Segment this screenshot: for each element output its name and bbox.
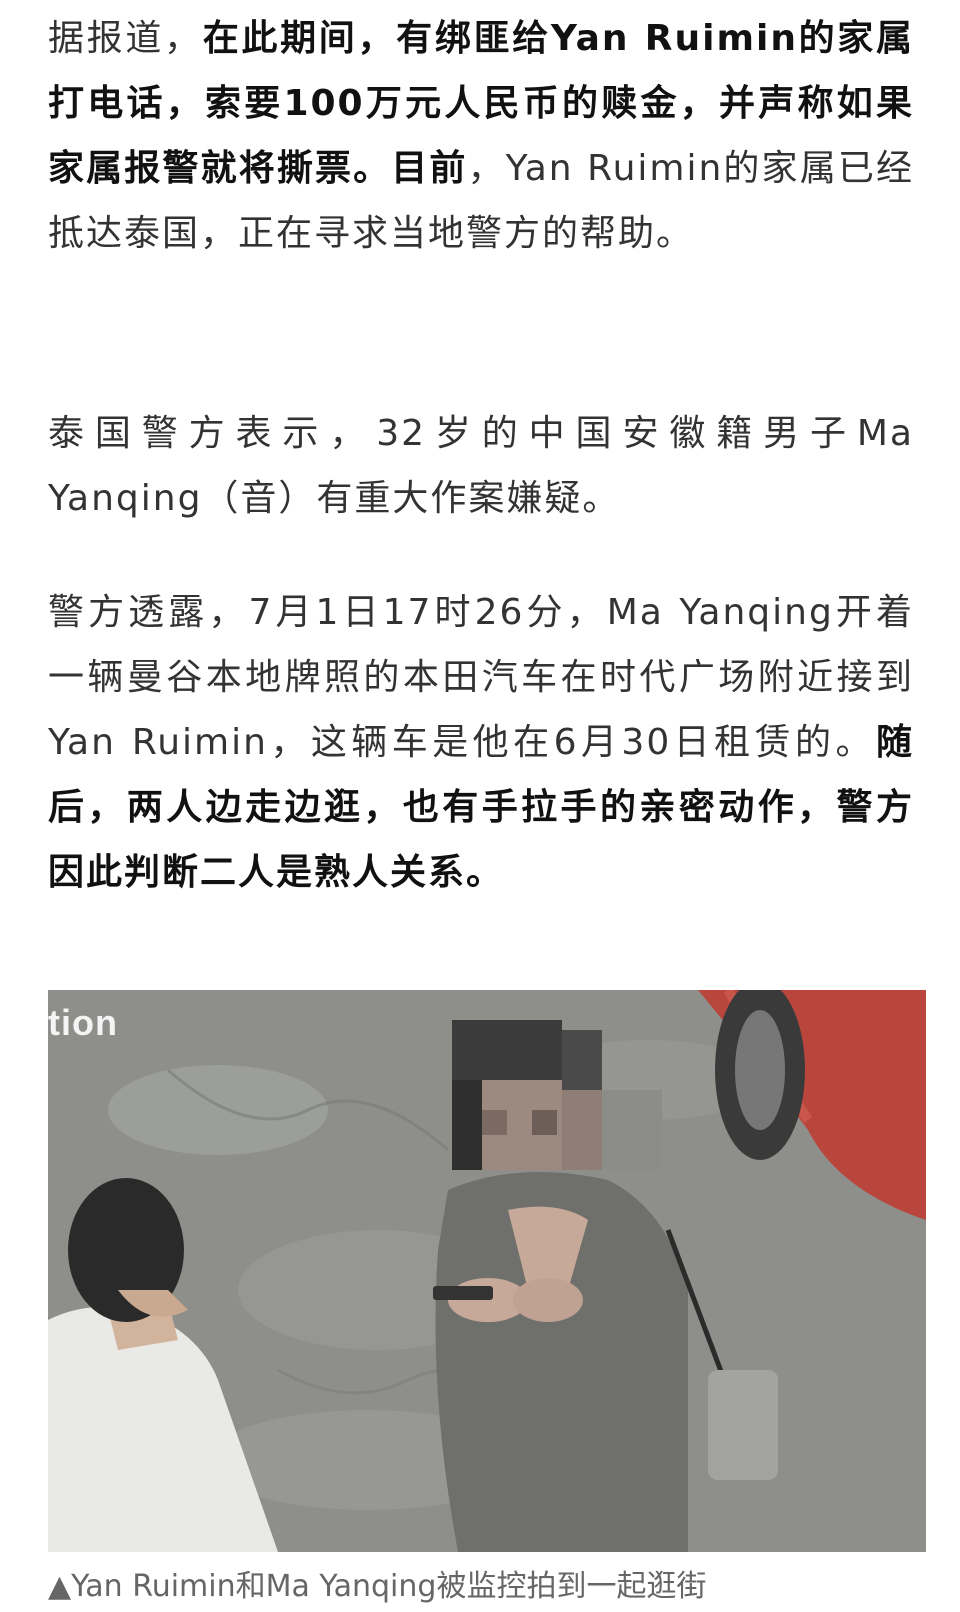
surveillance-photo[interactable]: tion — [48, 990, 926, 1552]
paragraph-1: 据报道，在此期间，有绑匪给Yan Ruimin的家属打电话，索要100万元人民币… — [48, 6, 914, 266]
paragraph-1-text-a: 据报道， — [48, 18, 203, 59]
surveillance-image — [48, 990, 926, 1552]
paragraph-2: 泰国警方表示，32岁的中国安徽籍男子Ma Yanqing（音）有重大作案嫌疑。 — [48, 401, 914, 531]
paragraph-2-text: 泰国警方表示，32岁的中国安徽籍男子Ma Yanqing（音）有重大作案嫌疑。 — [48, 413, 914, 519]
article-body: 据报道，在此期间，有绑匪给Yan Ruimin的家属打电话，索要100万元人民币… — [0, 0, 960, 1612]
paragraph-3: 警方透露，7月1日17时26分，Ma Yanqing开着一辆曼谷本地牌照的本田汽… — [48, 580, 914, 905]
photo-caption: ▲Yan Ruimin和Ma Yanqing被监控拍到一起逛街 — [48, 1569, 707, 1604]
paragraph-3-text: 警方透露，7月1日17时26分，Ma Yanqing开着一辆曼谷本地牌照的本田汽… — [48, 592, 914, 763]
video-watermark: tion — [48, 1002, 118, 1043]
